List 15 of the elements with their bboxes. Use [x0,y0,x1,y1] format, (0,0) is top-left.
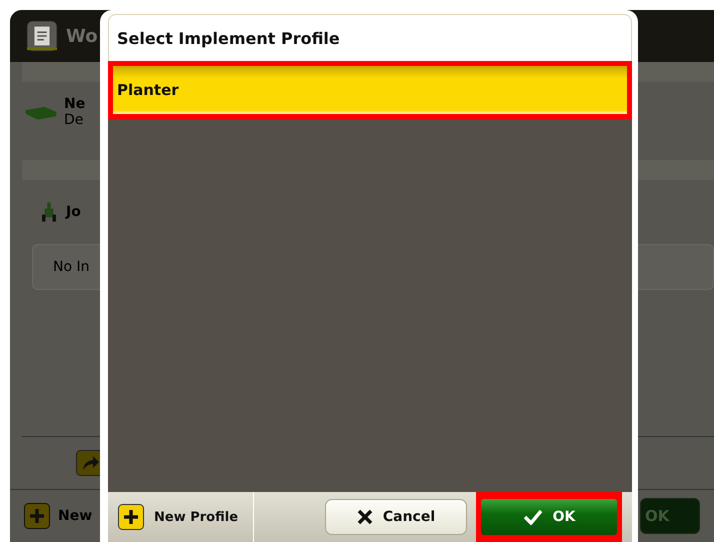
status-text: No In [53,259,90,275]
implement-detail: De [64,112,84,128]
job-name: Jo [66,204,81,220]
cancel-button[interactable]: Cancel [325,499,467,535]
ok-button[interactable]: OK [481,499,617,535]
plus-icon [118,504,144,530]
plus-icon [24,503,50,529]
header-title: Wo [66,26,98,46]
tractor-icon [42,200,56,224]
clipboard-icon [26,20,58,52]
new-profile-button[interactable]: New Profile [108,504,238,530]
profile-item[interactable]: Planter [113,66,627,114]
close-icon [356,509,373,525]
checkmark-icon [522,509,543,525]
implement-name: Ne [64,96,86,112]
